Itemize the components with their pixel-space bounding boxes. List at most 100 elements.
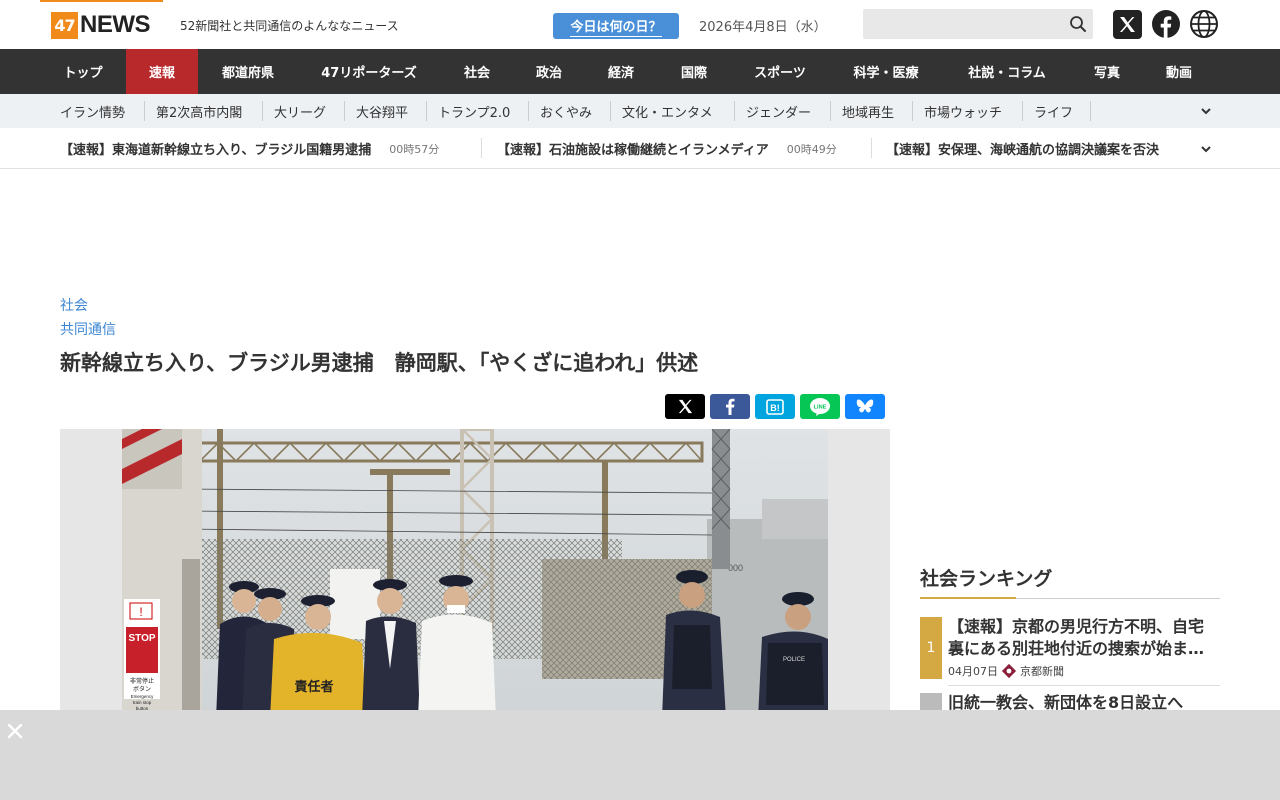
topic-divider [344, 101, 345, 121]
topic-item[interactable]: イラン情勢 [60, 94, 125, 128]
share-facebook-button[interactable] [710, 394, 750, 419]
topic-divider [1090, 101, 1091, 121]
topic-item[interactable]: 大谷翔平 [356, 94, 408, 128]
nav-item-science-medical[interactable]: 科学・医療 [830, 49, 942, 94]
logo-wordmark: NEWS [80, 11, 151, 38]
vest-text: 責任者 [294, 679, 333, 695]
topic-item[interactable]: 大リーグ [274, 94, 326, 128]
article-photo[interactable]: 000 ! STOP 非常停止 ボタン Emergency train stop… [122, 429, 828, 719]
topic-divider [610, 101, 611, 121]
topic-item[interactable]: ジェンダー [746, 94, 811, 128]
share-hatena-button[interactable]: B! [755, 394, 795, 419]
logo-accent-line [40, 0, 163, 2]
ticker-item[interactable]: 【速報】安保理、海峡通航の協調決議案を否決 [886, 128, 1159, 169]
nav-item-society[interactable]: 社会 [440, 49, 514, 94]
chevron-down-icon[interactable] [1200, 143, 1212, 155]
nav-item-47reporters[interactable]: 47リポーターズ [298, 49, 440, 94]
police-patch-text: POLICE [783, 657, 805, 663]
kyoto-shimbun-logo-icon [1001, 663, 1017, 679]
sign-line: Emergency [131, 694, 155, 699]
article-headline: 新幹線立ち入り、ブラジル男逮捕 静岡駅、「やくざに追われ」供述 [60, 351, 699, 375]
topic-divider [912, 101, 913, 121]
nav-item-editorials[interactable]: 社説・コラム [942, 49, 1072, 94]
x-icon [678, 399, 692, 414]
sign-line: train stop [133, 700, 152, 705]
share-bluesky-button[interactable] [845, 394, 885, 419]
breaking-news-ticker: 【速報】東海道新幹線立ち入り、ブラジル国籍男逮捕 00時57分 【速報】石油施設… [0, 128, 1280, 169]
site-header: 47 NEWS 52新聞社と共同通信のよんななニュース 今日は何の日？ 2026… [0, 0, 1280, 49]
svg-text:!: ! [139, 605, 142, 619]
close-icon[interactable] [4, 720, 26, 742]
ranking-divider [948, 685, 1220, 686]
x-icon[interactable] [1113, 10, 1142, 39]
chevron-down-icon[interactable] [1200, 105, 1212, 117]
topic-divider [144, 101, 145, 121]
nav-item-prefectures[interactable]: 都道府県 [198, 49, 298, 94]
topic-item[interactable]: トランプ2.0 [438, 94, 510, 128]
topic-item[interactable]: 第2次高市内閣 [156, 94, 242, 128]
topic-item[interactable]: 地域再生 [842, 94, 894, 128]
rank-number-badge: 1 [920, 617, 942, 679]
hatena-bookmark-icon: B! [766, 398, 784, 415]
topic-divider [734, 101, 735, 121]
search-box [863, 9, 1093, 39]
facebook-icon [726, 398, 735, 415]
nav-item-politics[interactable]: 政治 [514, 49, 584, 94]
ranking-title: 社会ランキング [920, 568, 1053, 590]
nav-item-top[interactable]: トップ [40, 49, 126, 94]
facebook-icon[interactable] [1152, 10, 1180, 38]
logo-mark: 47 [51, 11, 78, 39]
ranking-underline-accent [920, 597, 1016, 599]
ticker-time: 00時49分 [786, 142, 837, 156]
nav-item-international[interactable]: 国際 [658, 49, 730, 94]
share-x-button[interactable] [665, 394, 705, 419]
article-photo-frame: 000 ! STOP 非常停止 ボタン Emergency train stop… [60, 429, 890, 719]
building-logo-text: 000 [728, 563, 743, 573]
topic-divider [1022, 101, 1023, 121]
nav-item-economy[interactable]: 経済 [584, 49, 658, 94]
ranking-item-date: 04月07日 [948, 665, 998, 678]
nav-item-videos[interactable]: 動画 [1142, 49, 1216, 94]
ticker-headline: 【速報】安保理、海峡通航の協調決議案を否決 [886, 143, 1160, 158]
today-button-label: 今日は何の日？ [570, 16, 662, 37]
ranking-item-title[interactable]: 【速報】京都の男児行方不明、自宅裏にある別荘地付近の捜索が始ま… [948, 616, 1218, 660]
main-navigation: トップ 速報 都道府県 47リポーターズ 社会 政治 経済 国際 スポーツ 科学… [0, 49, 1280, 94]
bluesky-icon [856, 399, 874, 413]
search-icon[interactable] [1069, 15, 1087, 33]
topic-item[interactable]: ライフ [1034, 94, 1073, 128]
ticker-headline: 【速報】石油施設は稼働継続とイランメディア [497, 143, 769, 158]
ticker-item[interactable]: 【速報】石油施設は稼働継続とイランメディア 00時49分 [497, 128, 837, 169]
nav-item-photos[interactable]: 写真 [1072, 49, 1142, 94]
line-icon: LINE [810, 397, 830, 416]
ticker-headline: 【速報】東海道新幹線立ち入り、ブラジル国籍男逮捕 [60, 143, 372, 158]
ranking-item-source: 京都新聞 [1020, 665, 1064, 678]
language-globe-icon[interactable] [1189, 9, 1219, 39]
current-date: 2026年4月8日（水） [699, 20, 827, 35]
topic-item[interactable]: 市場ウォッチ [924, 94, 1002, 128]
topic-item[interactable]: おくやみ [540, 94, 592, 128]
nav-item-breaking[interactable]: 速報 [126, 49, 198, 94]
ticker-item[interactable]: 【速報】東海道新幹線立ち入り、ブラジル国籍男逮捕 00時57分 [60, 128, 439, 169]
article-category-link[interactable]: 社会 [60, 295, 88, 315]
stop-sign-text: STOP [128, 633, 155, 644]
topic-divider [262, 101, 263, 121]
sign-line: 非常停止 [130, 677, 154, 685]
sign-line: ボタン [133, 685, 151, 693]
nav-item-sports[interactable]: スポーツ [730, 49, 830, 94]
site-tagline: 52新聞社と共同通信のよんななニュース [180, 19, 399, 33]
topic-navigation: イラン情勢 第2次高市内閣 大リーグ 大谷翔平 トランプ2.0 おくやみ 文化・… [0, 94, 1280, 128]
line-label: LINE [814, 404, 827, 410]
hatena-label: B! [770, 403, 780, 413]
topic-divider [426, 101, 427, 121]
ticker-divider [871, 138, 872, 158]
ticker-time: 00時57分 [389, 142, 440, 156]
share-line-button[interactable]: LINE [800, 394, 840, 419]
search-input[interactable] [863, 9, 1063, 39]
topic-item[interactable]: 文化・エンタメ [622, 94, 713, 128]
bottom-ad-overlay [0, 710, 1280, 800]
topic-divider [830, 101, 831, 121]
today-in-history-button[interactable]: 今日は何の日？ [553, 13, 679, 39]
article-source-link[interactable]: 共同通信 [60, 319, 116, 339]
ranking-item-meta: 04月07日 京都新聞 [948, 663, 1064, 679]
site-logo[interactable]: 47 NEWS [51, 11, 151, 39]
